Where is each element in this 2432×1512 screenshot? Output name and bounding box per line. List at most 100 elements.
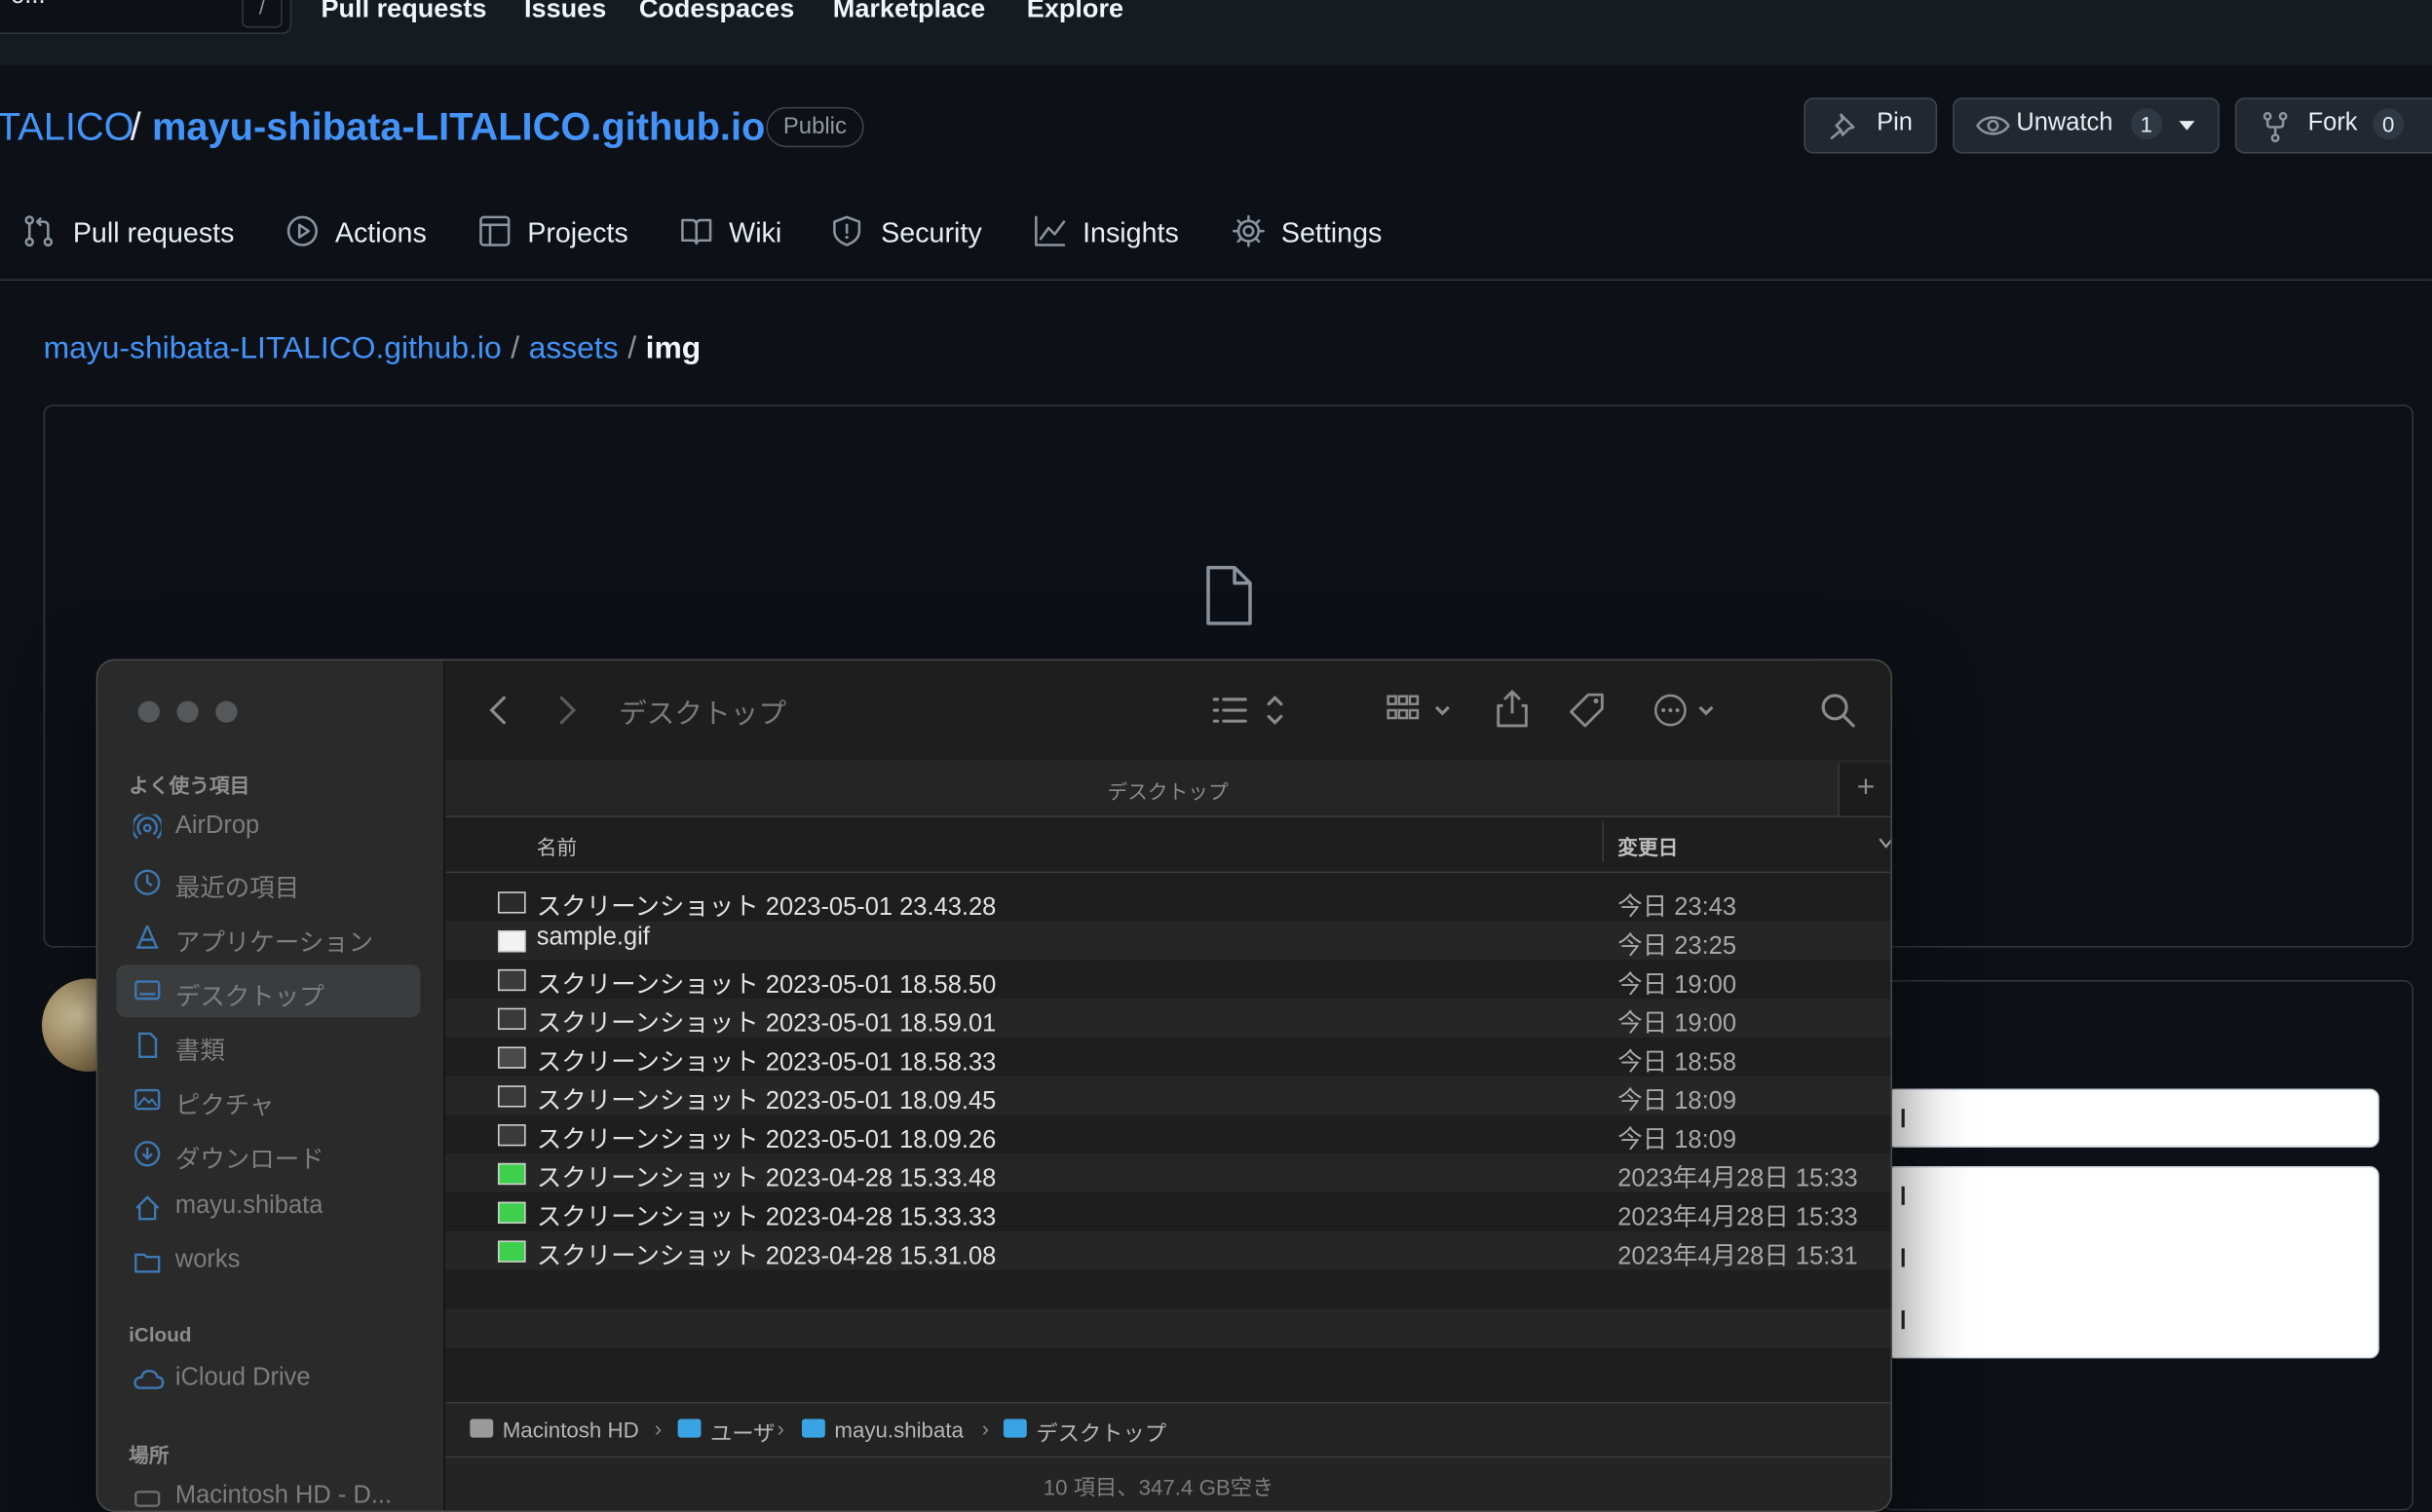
file-modified-date: 今日 18:09 [1617, 1127, 1737, 1154]
tab-label: Settings [1280, 216, 1383, 248]
tab-label: Actions [334, 216, 427, 248]
empty-row [445, 1347, 1891, 1386]
image-file-icon [497, 1046, 526, 1069]
new-tab-button[interactable]: + [1838, 763, 1891, 816]
users-folder-icon [677, 1418, 702, 1438]
tab-label: Pull requests [72, 216, 235, 248]
unwatch-button[interactable]: Unwatch 1 [1953, 97, 2220, 154]
path-segment[interactable]: ユーザ [710, 1418, 775, 1449]
minimize-window-button[interactable] [176, 700, 199, 723]
pin-label: Pin [1877, 110, 1913, 137]
pin-button[interactable]: Pin [1804, 97, 1938, 154]
nav-codespaces[interactable]: Codespaces [639, 0, 794, 24]
file-name: スクリーンショット 2023-05-01 18.58.33 [536, 1049, 997, 1077]
file-modified-date: 2023年4月28日 15:33 [1617, 1204, 1858, 1231]
finder-tab-title[interactable]: デスクトップ [445, 775, 1891, 805]
nav-marketplace[interactable]: Marketplace [833, 0, 985, 24]
view-mode-button[interactable] [1211, 692, 1285, 729]
path-segment[interactable]: デスクトップ [1036, 1418, 1166, 1449]
visibility-badge: Public [766, 106, 864, 148]
commit-title-input[interactable] [1885, 1088, 2379, 1148]
finder-search-button[interactable] [1819, 692, 1856, 729]
image-file-icon [497, 1007, 526, 1030]
commit-description-input[interactable] [1885, 1166, 2379, 1359]
share-icon [1494, 689, 1531, 729]
file-name: スクリーンショット 2023-05-01 18.59.01 [536, 1010, 997, 1038]
sidebar-item-downloads[interactable]: ダウンロード [116, 1127, 420, 1180]
file-row[interactable]: スクリーンショット 2023-05-01 18.09.45 今日 18:09 [444, 1076, 1891, 1115]
image-file-icon [497, 891, 526, 914]
column-divider[interactable] [1602, 821, 1604, 863]
nav-explore[interactable]: Explore [1027, 0, 1123, 24]
sidebar-item-recents[interactable]: 最近の項目 [116, 856, 420, 909]
sidebar-item-documents[interactable]: 書類 [116, 1019, 420, 1072]
sidebar-locations-heading: 場所 [129, 1443, 170, 1467]
image-file-icon [497, 1201, 526, 1224]
file-row[interactable]: スクリーンショット 2023-05-01 18.09.26 今日 18:09 [445, 1115, 1891, 1154]
path-segment[interactable]: Macintosh HD [503, 1418, 639, 1442]
tab-label: Wiki [729, 216, 782, 248]
file-row[interactable]: スクリーンショット 2023-04-28 15.33.33 2023年4月28日 … [445, 1192, 1891, 1231]
nav-pull-requests[interactable]: Pull requests [322, 0, 487, 24]
finder-window: よく使う項目 AirDrop 最近の項目 アプリケーション デスクトップ 書類 [95, 659, 1892, 1512]
file-modified-date: 2023年4月28日 15:33 [1617, 1166, 1858, 1193]
file-row[interactable]: スクリーンショット 2023-05-01 18.58.33 今日 18:58 [445, 1038, 1891, 1077]
sidebar-item-home[interactable]: mayu.shibata [116, 1182, 420, 1234]
breadcrumb-current: img [645, 331, 702, 366]
fork-button[interactable]: Fork 0 [2234, 97, 2432, 154]
tab-security[interactable]: Security [831, 214, 993, 254]
file-name: スクリーンショット 2023-05-01 23.43.28 [536, 894, 997, 922]
tab-projects[interactable]: Projects [477, 214, 639, 254]
nav-issues[interactable]: Issues [524, 0, 606, 24]
path-segment[interactable]: mayu.shibata [834, 1418, 964, 1442]
breadcrumb: mayu-shibata-LITALICO.github.io / assets / i… [44, 332, 702, 368]
tab-label: Projects [527, 216, 628, 248]
status-bar: 10 項目、347.4 GB空き [444, 1455, 1891, 1511]
sidebar-item-pictures[interactable]: ピクチャ [116, 1074, 420, 1126]
zoom-window-button[interactable] [215, 700, 238, 723]
finder-tab-bar: デスクトップ [444, 759, 1891, 817]
file-list: スクリーンショット 2023-05-01 23.43.28 今日 23:43 sam… [444, 883, 1891, 1397]
finder-sidebar: よく使う項目 AirDrop 最近の項目 アプリケーション デスクトップ 書類 [97, 661, 445, 1511]
tag-button[interactable] [1568, 692, 1608, 729]
sidebar-item-label: Macintosh HD - D... [174, 1482, 393, 1509]
file-row[interactable]: スクリーンショット 2023-05-01 18.59.01 今日 19:00 [444, 999, 1891, 1038]
file-row[interactable]: sample.gif 今日 23:25 [444, 921, 1891, 961]
column-modified-header[interactable]: 変更日 [1617, 831, 1678, 860]
finder-content: デスクトップ デスクトップ + 名前 変更日 スクリーンショット 2023-05… [444, 661, 1891, 1511]
tab-insights[interactable]: Insights [1033, 214, 1188, 254]
home-folder-icon [801, 1418, 825, 1438]
tab-label: Security [881, 216, 982, 248]
sidebar-item-macintosh-hd[interactable]: Macintosh HD - D... [116, 1472, 420, 1511]
breadcrumb-repo-link[interactable]: mayu-shibata-LITALICO.github.io [44, 332, 502, 366]
sidebar-item-icloud-drive[interactable]: iCloud Drive [116, 1354, 420, 1407]
file-row[interactable]: スクリーンショット 2023-04-28 15.33.48 2023年4月28日 … [444, 1153, 1891, 1193]
tab-pull-requests[interactable]: Pull requests [23, 214, 241, 254]
file-row[interactable]: スクリーンショット 2023-04-28 15.31.08 2023年4月28日 … [444, 1230, 1891, 1270]
file-row[interactable]: スクリーンショット 2023-05-01 23.43.28 今日 23:43 [445, 883, 1891, 922]
sidebar-item-works[interactable]: works [116, 1236, 420, 1289]
back-button[interactable] [487, 695, 509, 726]
fork-label: Fork [2307, 110, 2358, 137]
tab-actions[interactable]: Actions [285, 214, 435, 254]
group-button[interactable] [1385, 692, 1456, 729]
tab-wiki[interactable]: Wiki [679, 214, 791, 254]
image-file-icon [497, 930, 526, 953]
column-name-header[interactable]: 名前 [537, 831, 577, 860]
repo-owner-link[interactable]: TALICO [0, 105, 134, 150]
file-row[interactable]: スクリーンショット 2023-05-01 18.58.50 今日 19:00 [445, 960, 1891, 999]
grid-icon [1385, 692, 1456, 729]
breadcrumb-assets-link[interactable]: assets [529, 332, 619, 366]
more-actions-button[interactable] [1652, 692, 1723, 729]
file-modified-date: 2023年4月28日 15:31 [1617, 1243, 1858, 1270]
sidebar-item-applications[interactable]: アプリケーション [116, 910, 420, 963]
close-window-button[interactable] [137, 700, 160, 723]
file-name: スクリーンショット 2023-05-01 18.09.26 [536, 1127, 997, 1154]
tab-settings[interactable]: Settings [1232, 214, 1387, 254]
sidebar-item-airdrop[interactable]: AirDrop [116, 802, 420, 854]
sort-chevron-icon [1879, 838, 1891, 850]
share-button[interactable] [1494, 689, 1531, 729]
forward-button[interactable] [556, 695, 578, 726]
repo-name-link[interactable]: mayu-shibata-LITALICO.github.io [152, 105, 765, 150]
sidebar-item-desktop[interactable]: デスクトップ [116, 964, 421, 1018]
